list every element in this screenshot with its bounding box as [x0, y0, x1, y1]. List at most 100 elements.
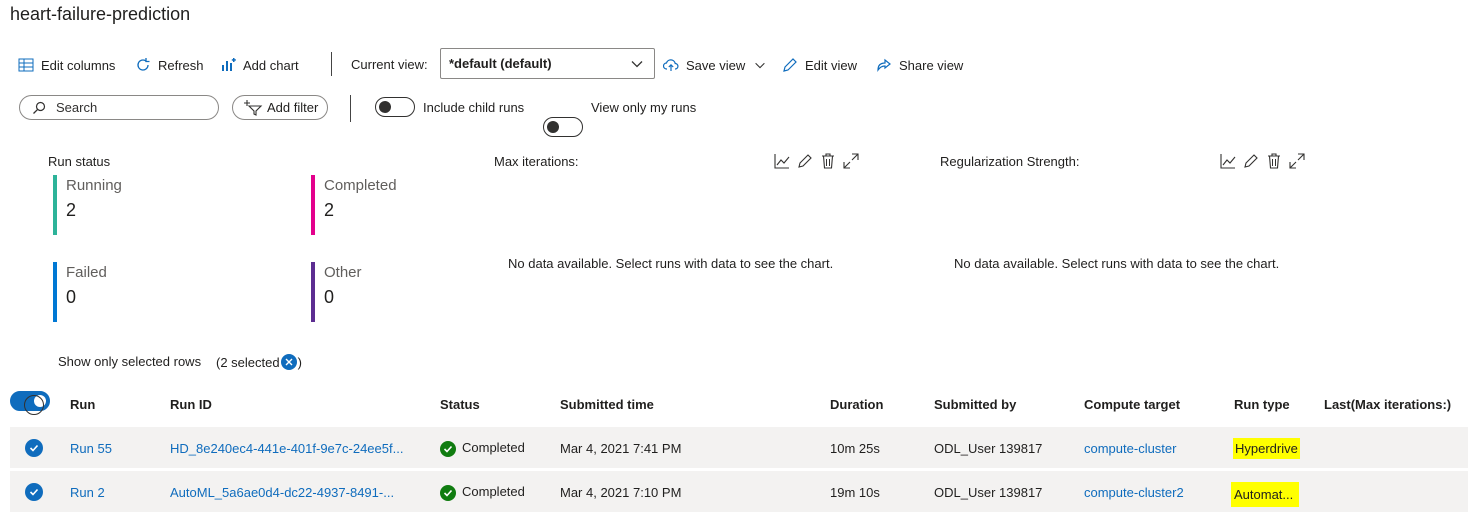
- compute-target-link[interactable]: compute-cluster: [1084, 441, 1176, 456]
- column-header-last-max-iterations[interactable]: Last(Max iterations:): [1324, 397, 1451, 412]
- row-checkbox[interactable]: [25, 439, 43, 457]
- column-header-run[interactable]: Run: [70, 397, 95, 412]
- share-view-label: Share view: [899, 57, 964, 73]
- status-tile-count: 2: [66, 200, 77, 220]
- column-header-duration[interactable]: Duration: [830, 397, 883, 412]
- run-id-link[interactable]: HD_8e240ec4-441e-401f-9e7c-24ee5f...: [170, 441, 403, 456]
- submitted-by-cell: ODL_User 139817: [934, 441, 1043, 456]
- status-text: Completed: [462, 484, 525, 499]
- status-cell: Completed: [440, 440, 525, 457]
- column-header-compute-target[interactable]: Compute target: [1084, 397, 1180, 412]
- duration-cell: 10m 25s: [830, 441, 880, 456]
- chart-actions: [1220, 153, 1305, 169]
- edit-columns-button[interactable]: Edit columns: [18, 57, 115, 73]
- add-chart-label: Add chart: [243, 57, 299, 73]
- page-title: heart-failure-prediction: [10, 4, 191, 24]
- expand-icon[interactable]: [1289, 153, 1305, 169]
- save-view-label: Save view: [686, 57, 746, 73]
- submitted-time-cell: Mar 4, 2021 7:10 PM: [560, 485, 682, 500]
- view-only-my-runs-toggle[interactable]: [543, 117, 583, 137]
- run-type-cell: Automat...: [1231, 482, 1300, 507]
- status-tile-running[interactable]: Running 2: [53, 175, 233, 235]
- run-id-link[interactable]: AutoML_5a6ae0d4-dc22-4937-8491-...: [170, 485, 394, 500]
- chart-title: Max iterations:: [494, 154, 579, 169]
- selected-count: (2 selected ): [216, 354, 302, 370]
- status-tile-label: Other: [324, 264, 362, 281]
- search-icon: [33, 101, 46, 114]
- submitted-by-cell: ODL_User 139817: [934, 485, 1043, 500]
- pencil-icon[interactable]: [1243, 153, 1259, 169]
- delete-icon[interactable]: [1266, 153, 1282, 169]
- column-header-run-type[interactable]: Run type: [1234, 397, 1290, 412]
- line-chart-icon[interactable]: [1220, 153, 1236, 169]
- add-filter-button[interactable]: Add filter: [232, 95, 328, 120]
- chart-empty-message: No data available. Select runs with data…: [954, 256, 1280, 271]
- refresh-button[interactable]: Refresh: [135, 57, 204, 73]
- submitted-time-cell: Mar 4, 2021 7:41 PM: [560, 441, 682, 456]
- add-filter-icon: [244, 99, 263, 116]
- include-child-runs-label: Include child runs: [423, 100, 525, 115]
- add-chart-button[interactable]: Add chart: [220, 57, 299, 73]
- status-tile-count: 0: [324, 287, 335, 307]
- status-tile-failed[interactable]: Failed 0: [53, 262, 233, 322]
- chart-title: Regularization Strength:: [940, 154, 1080, 169]
- selected-count-close: ): [297, 354, 302, 370]
- chevron-down-icon: [755, 62, 765, 69]
- column-header-submitted-time[interactable]: Submitted time: [560, 397, 654, 412]
- table-icon: [18, 58, 34, 72]
- chart-empty-message: No data available. Select runs with data…: [508, 256, 834, 271]
- chevron-down-icon: [631, 61, 643, 68]
- edit-view-label: Edit view: [805, 57, 858, 73]
- run-status-title: Run status: [48, 154, 111, 169]
- status-text: Completed: [462, 440, 525, 455]
- status-cell: Completed: [440, 484, 525, 501]
- add-filter-label: Add filter: [267, 100, 319, 115]
- refresh-label: Refresh: [158, 57, 204, 73]
- status-tile-other[interactable]: Other 0: [311, 262, 491, 322]
- status-tile-completed[interactable]: Completed 2: [311, 175, 491, 235]
- include-child-runs-toggle[interactable]: [375, 97, 415, 117]
- delete-icon[interactable]: [820, 153, 836, 169]
- check-circle-icon: [440, 484, 456, 501]
- current-view-value: *default (default): [449, 56, 552, 71]
- duration-cell: 19m 10s: [830, 485, 880, 500]
- pencil-icon: [783, 58, 797, 72]
- selected-count-text: (2 selected: [216, 354, 280, 370]
- chart-actions: [774, 153, 859, 169]
- column-header-submitted-by[interactable]: Submitted by: [934, 397, 1016, 412]
- status-tile-count: 0: [66, 287, 77, 307]
- search-placeholder: Search: [56, 100, 98, 115]
- save-view-button[interactable]: Save view: [663, 57, 768, 73]
- status-tile-label: Running: [66, 177, 122, 194]
- edit-columns-label: Edit columns: [41, 57, 116, 73]
- share-icon: [877, 58, 891, 72]
- cloud-upload-icon: [663, 59, 679, 71]
- expand-icon[interactable]: [843, 153, 859, 169]
- run-link[interactable]: Run 55: [70, 441, 112, 456]
- pencil-icon[interactable]: [797, 153, 813, 169]
- select-all-checkbox[interactable]: [24, 395, 44, 415]
- current-view-label: Current view:: [351, 57, 428, 72]
- run-link[interactable]: Run 2: [70, 485, 105, 500]
- chart-icon: [222, 58, 236, 71]
- filter-divider: [350, 95, 351, 122]
- line-chart-icon[interactable]: [774, 153, 790, 169]
- status-tile-count: 2: [324, 200, 335, 220]
- clear-selection-icon[interactable]: [280, 354, 297, 370]
- edit-view-button[interactable]: Edit view: [782, 57, 857, 73]
- compute-target-link[interactable]: compute-cluster2: [1084, 485, 1184, 500]
- view-only-my-runs-label: View only my runs: [591, 100, 697, 115]
- status-tile-label: Completed: [324, 177, 397, 194]
- row-checkbox[interactable]: [25, 483, 43, 501]
- share-view-button[interactable]: Share view: [876, 57, 963, 73]
- current-view-dropdown[interactable]: *default (default): [440, 48, 655, 79]
- run-type-cell: Hyperdrive: [1233, 438, 1300, 459]
- toolbar-divider: [331, 52, 332, 76]
- column-header-status[interactable]: Status: [440, 397, 480, 412]
- toggle-knob: [547, 121, 559, 133]
- show-selected-rows-label: Show only selected rows: [58, 354, 202, 369]
- column-header-run-id[interactable]: Run ID: [170, 397, 212, 412]
- refresh-icon: [137, 58, 150, 71]
- search-input[interactable]: Search: [19, 95, 219, 120]
- check-circle-icon: [440, 440, 456, 457]
